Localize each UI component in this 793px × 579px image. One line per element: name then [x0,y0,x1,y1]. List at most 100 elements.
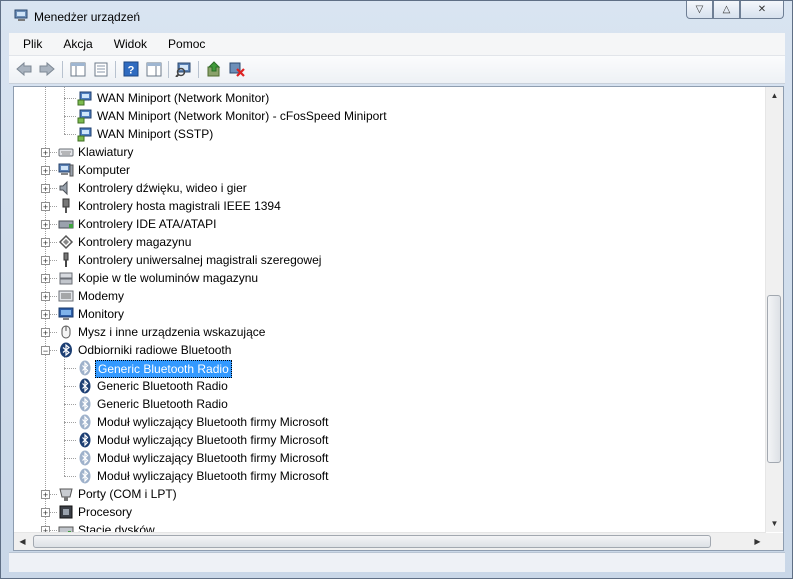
tree-item-label[interactable]: Moduł wyliczający Bluetooth firmy Micros… [95,467,330,485]
tree-category[interactable]: + Komputer [14,161,754,179]
tree-device[interactable]: WAN Miniport (Network Monitor) [14,89,754,107]
expand-icon[interactable]: + [41,220,50,230]
tree-device[interactable]: Moduł wyliczający Bluetooth firmy Micros… [14,449,754,467]
forward-icon[interactable] [38,60,56,78]
properties-icon[interactable] [92,60,110,78]
tree-item-label[interactable]: Komputer [76,161,132,179]
tree-item-label[interactable]: Kopie w tle woluminów magazynu [76,269,260,287]
tree-device[interactable]: Moduł wyliczający Bluetooth firmy Micros… [14,467,754,485]
tree-item-label[interactable]: Porty (COM i LPT) [76,485,179,503]
status-bar [9,552,785,572]
help-icon[interactable]: ? [122,60,140,78]
expand-icon[interactable]: + [41,274,50,284]
tree-item-label[interactable]: Moduł wyliczający Bluetooth firmy Micros… [95,431,330,449]
scroll-up-button[interactable]: ▲ [766,87,783,104]
tree-device[interactable]: Moduł wyliczający Bluetooth firmy Micros… [14,431,754,449]
speaker-icon [59,180,68,196]
tree-category[interactable]: + Klawiatury [14,143,754,161]
expand-icon[interactable]: + [41,238,50,248]
expand-icon[interactable]: + [41,256,50,266]
tree-item-label[interactable]: WAN Miniport (SSTP) [95,125,215,143]
tree-item-label[interactable]: Kontrolery dźwięku, wideo i gier [76,179,249,197]
scroll-down-button[interactable]: ▼ [766,515,783,532]
tree-category[interactable]: + Modemy [14,287,754,305]
usb-icon [63,252,69,267]
collapse-icon[interactable]: − [41,346,50,356]
back-icon[interactable] [15,60,33,78]
expand-icon[interactable]: + [41,166,50,176]
tree-item-label[interactable]: Moduł wyliczający Bluetooth firmy Micros… [95,449,330,467]
tree-item-label[interactable]: Procesory [76,503,134,521]
vertical-scrollbar[interactable]: ▲ ▼ [765,87,783,532]
tree-category[interactable]: + Porty (COM i LPT) [14,485,754,503]
expand-icon[interactable]: + [41,148,50,158]
bluetooth-device-disabled-icon [79,414,91,430]
horizontal-scroll-thumb[interactable] [33,535,711,548]
menu-action[interactable]: Akcja [56,37,99,51]
menu-help[interactable]: Pomoc [161,37,212,51]
selected-device-label[interactable]: Generic Bluetooth Radio [95,360,232,378]
close-button[interactable]: ✕ [740,1,784,19]
svg-text:?: ? [128,65,135,77]
tree-item-label[interactable]: WAN Miniport (Network Monitor) - cFosSpe… [95,107,389,125]
tree-item-label[interactable]: Klawiatury [76,143,135,161]
tree-item-label[interactable]: Odbiorniki radiowe Bluetooth [76,341,233,359]
tree-item-label[interactable]: Mysz i inne urządzenia wskazujące [76,323,267,341]
tree-category[interactable]: + Kontrolery uniwersalnej magistrali szer… [14,251,754,269]
window-title: Menedżer urządzeń [34,10,141,24]
tree-item-label[interactable]: Moduł wyliczający Bluetooth firmy Micros… [95,413,330,431]
tree-item-label[interactable]: Kontrolery hosta magistrali IEEE 1394 [76,197,283,215]
tree-device[interactable]: Generic Bluetooth Radio [14,359,754,378]
horizontal-scrollbar[interactable]: ◀ ▶ [14,532,766,550]
scroll-left-button[interactable]: ◀ [14,533,31,550]
tree-device[interactable]: Moduł wyliczający Bluetooth firmy Micros… [14,413,754,431]
expand-icon[interactable]: + [41,508,50,518]
tree-item-label[interactable]: Kontrolery magazynu [76,233,193,251]
tree-category[interactable]: + Kontrolery hosta magistrali IEEE 1394 [14,197,754,215]
menu-file[interactable]: Plik [16,37,49,51]
title-bar[interactable]: Menedżer urządzeń ▽ △ ✕ [1,1,792,31]
tree-item-label[interactable]: Stacje dysków [76,521,157,532]
tree-device[interactable]: Generic Bluetooth Radio [14,377,754,395]
expand-icon[interactable]: + [41,184,50,194]
tree-category[interactable]: + Procesory [14,503,754,521]
vertical-scroll-thumb[interactable] [767,295,781,463]
tree-category[interactable]: + Kontrolery dźwięku, wideo i gier [14,179,754,197]
tree-category[interactable]: + Kontrolery IDE ATA/ATAPI [14,215,754,233]
expand-icon[interactable]: + [41,310,50,320]
tree-item-label[interactable]: Monitory [76,305,126,323]
tree-item-label[interactable]: Kontrolery uniwersalnej magistrali szere… [76,251,323,269]
tree-device[interactable]: WAN Miniport (SSTP) [14,125,754,143]
console-tree-icon[interactable] [69,60,87,78]
action-pane-icon[interactable] [145,60,163,78]
scroll-right-button[interactable]: ▶ [749,533,766,550]
scan-hardware-icon[interactable] [175,60,193,78]
tree-category[interactable]: − Odbiorniki radiowe Bluetooth [14,341,754,359]
expand-icon[interactable]: + [41,292,50,302]
tree-item-label[interactable]: Generic Bluetooth Radio [95,377,230,395]
minimize-button[interactable]: ▽ [686,1,713,19]
tree-device[interactable]: Generic Bluetooth Radio [14,395,754,413]
tree-category[interactable]: + Kopie w tle woluminów magazynu [14,269,754,287]
tree-item-label[interactable]: Modemy [76,287,126,305]
expand-icon[interactable]: + [41,202,50,212]
menu-view[interactable]: Widok [107,37,154,51]
update-driver-icon[interactable] [205,60,223,78]
tree-item-label[interactable]: Generic Bluetooth Radio [95,395,230,413]
tree-device[interactable]: WAN Miniport (Network Monitor) - cFosSpe… [14,107,754,125]
tree-connector-line [64,422,76,423]
expand-icon[interactable]: + [41,490,50,500]
bluetooth-device-icon [79,432,91,448]
tree-category[interactable]: + Monitory [14,305,754,323]
tree-category[interactable]: + Kontrolery magazynu [14,233,754,251]
device-manager-icon [14,9,28,21]
network-adapter-icon [77,91,92,106]
tree-item-label[interactable]: Kontrolery IDE ATA/ATAPI [76,215,219,233]
uninstall-icon[interactable] [228,60,246,78]
tree-category[interactable]: + Mysz i inne urządzenia wskazujące [14,323,754,341]
expand-icon[interactable]: + [41,328,50,338]
tree-connector-line [64,386,76,387]
tree-item-label[interactable]: WAN Miniport (Network Monitor) [95,89,271,107]
tree-category[interactable]: + Stacje dysków [14,521,754,532]
maximize-button[interactable]: △ [713,1,740,19]
